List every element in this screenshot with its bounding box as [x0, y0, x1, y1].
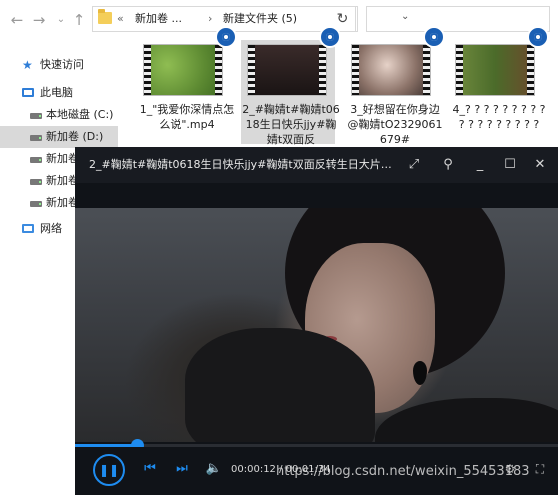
star-icon: ★	[22, 58, 33, 72]
search-input[interactable]	[366, 6, 550, 32]
drive-icon	[30, 179, 42, 185]
video-file-icon	[319, 26, 341, 48]
breadcrumb-current-folder[interactable]: 新建文件夹 (5)	[223, 11, 297, 27]
nav-item-this-pc[interactable]: 此电脑	[0, 82, 118, 104]
next-icon[interactable]: ⏭	[173, 460, 191, 478]
video-file-icon	[215, 26, 237, 48]
explorer-address-row: ← → ⌄ ↑ « 新加卷 ... › 新建文件夹 (5) ⌄ ↻	[0, 0, 558, 40]
pause-button[interactable]: ❚❚	[93, 454, 125, 486]
recent-dropdown-icon[interactable]: ⌄	[52, 10, 70, 30]
drive-icon	[30, 201, 42, 207]
file-name: 1_"我爱你深情点怎么说".mp4	[139, 103, 235, 131]
watermark: https://blog.csdn.net/weixin_55453183	[276, 464, 530, 479]
file-name: 4_? ? ? ? ? ? ? ? ? ? ? ? ? ? ? ? ? ?	[452, 103, 546, 131]
player-title: 2_#鞠婧t#鞠婧t0618生日快乐jjy#鞠婧t双面反转生日大片重逢新...	[89, 158, 401, 171]
video-thumbnail	[351, 44, 431, 96]
video-frame[interactable]	[75, 208, 558, 442]
nav-item-quick-access[interactable]: ★ 快速访问	[0, 54, 118, 76]
back-arrow-icon[interactable]: ←	[8, 10, 26, 30]
nav-item-label: 新加卷 (D:)	[46, 130, 104, 143]
desktop-screenshot: ← → ⌄ ↑ « 新加卷 ... › 新建文件夹 (5) ⌄ ↻ ★ 快速访问…	[0, 0, 558, 495]
breadcrumb-drive[interactable]: 新加卷 ...	[135, 11, 182, 27]
video-thumbnail	[455, 44, 535, 96]
nav-item-label: 本地磁盘 (C:)	[46, 108, 114, 121]
up-arrow-icon[interactable]: ↑	[70, 10, 88, 30]
file-name: 2_#鞠婧t#鞠婧t0618生日快乐jjy#鞠婧t双面反	[242, 103, 340, 146]
close-icon[interactable]: ✕	[531, 156, 549, 174]
file-name: 3_好想留在你身边@鞠婧tO2329061679#	[347, 103, 443, 146]
player-title-bar[interactable]: 2_#鞠婧t#鞠婧t0618生日快乐jjy#鞠婧t双面反转生日大片重逢新... …	[75, 147, 558, 183]
drive-icon	[30, 113, 42, 119]
breadcrumb-overflow[interactable]: «	[117, 11, 124, 27]
fullscreen-icon[interactable]: ⛶	[531, 460, 549, 478]
nav-item-label: 此电脑	[40, 86, 73, 99]
computer-icon	[22, 88, 34, 97]
network-icon	[22, 224, 34, 233]
forward-arrow-icon[interactable]: →	[30, 10, 48, 30]
video-thumbnail	[247, 44, 327, 96]
breadcrumb-separator: ›	[208, 12, 213, 25]
nav-item-label: 快速访问	[40, 58, 84, 71]
volume-icon[interactable]: 🔈	[205, 460, 223, 478]
video-player-window: 2_#鞠婧t#鞠婧t0618生日快乐jjy#鞠婧t双面反转生日大片重逢新... …	[75, 147, 558, 495]
minimize-icon[interactable]: _	[471, 156, 489, 174]
video-file-icon	[423, 26, 445, 48]
video-thumbnail	[143, 44, 223, 96]
nav-item-drive-d[interactable]: 新加卷 (D:)	[0, 126, 118, 148]
video-file-icon	[527, 26, 549, 48]
folder-icon	[98, 9, 112, 24]
maximize-icon[interactable]: ☐	[501, 156, 519, 174]
nav-item-drive-c[interactable]: 本地磁盘 (C:)	[0, 104, 118, 126]
current-time: 00:00:12	[231, 464, 276, 475]
nav-item-label: 网络	[40, 222, 62, 235]
previous-icon[interactable]: ⏮	[141, 460, 159, 478]
pin-icon[interactable]: ⚲	[439, 156, 457, 174]
drive-icon	[30, 157, 42, 163]
drive-icon	[30, 135, 42, 141]
mini-mode-icon[interactable]: ⤢	[405, 156, 423, 174]
